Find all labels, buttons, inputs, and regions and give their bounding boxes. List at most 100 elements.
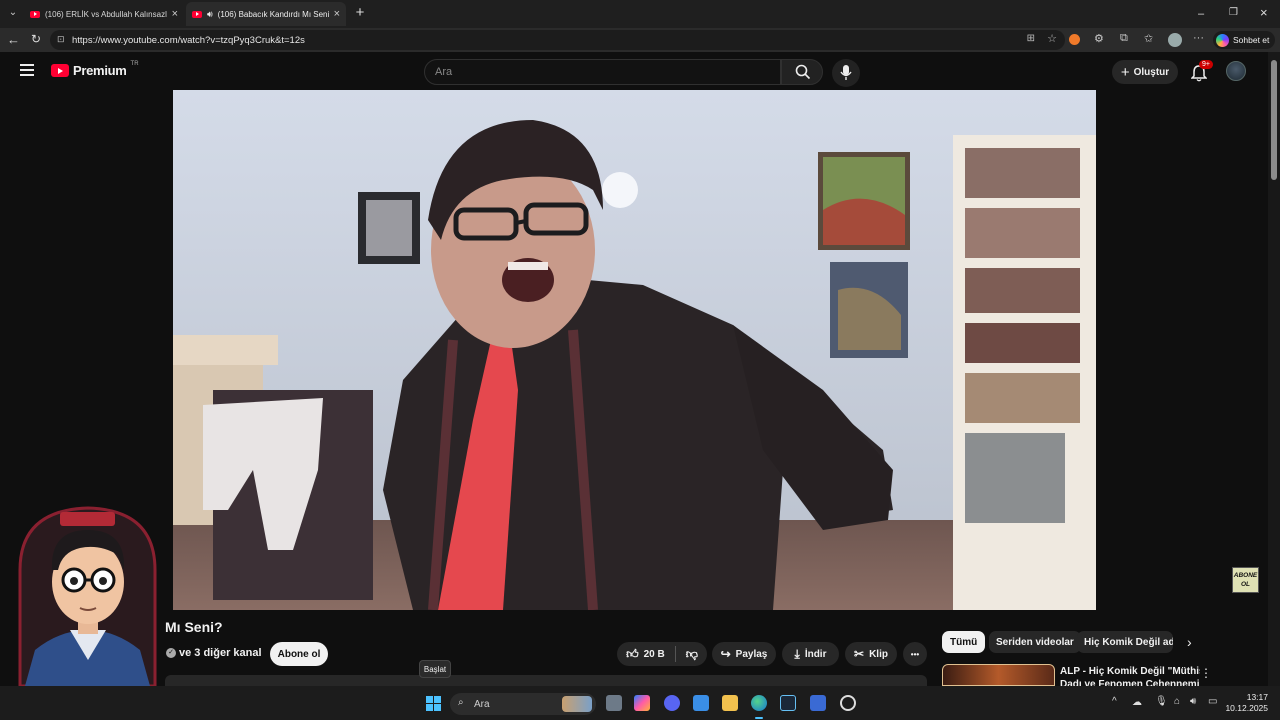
split-screen-icon[interactable]: ⧉ <box>1120 32 1128 45</box>
youtube-favicon-icon <box>192 10 202 18</box>
taskbar-search[interactable]: ⌕ Ara <box>450 693 596 715</box>
close-tab-icon[interactable]: × <box>334 8 340 20</box>
youtube-play-icon <box>51 64 69 77</box>
thumbs-down-icon[interactable]: 👎︎ <box>686 647 698 662</box>
search-placeholder: Ara <box>435 66 453 78</box>
minimize-icon[interactable]: – <box>1198 8 1204 20</box>
refresh-icon[interactable]: ↻ <box>31 32 41 46</box>
search-button[interactable] <box>781 59 823 85</box>
close-window-icon[interactable]: × <box>1260 5 1268 20</box>
recommended-thumbnail[interactable] <box>942 664 1055 686</box>
more-actions-button[interactable]: ••• <box>903 642 927 666</box>
create-label: Oluştur <box>1133 66 1170 78</box>
page-scrollbar[interactable] <box>1268 52 1280 686</box>
clip-button[interactable]: ✂ Klip <box>845 642 897 666</box>
sticker-line1: ABONE <box>1233 572 1258 579</box>
browser-tab-erlik[interactable]: (106) ERLİK vs Abdullah Kalınsazlı × <box>24 2 184 26</box>
clock[interactable]: 13:17 10.12.2025 <box>1224 692 1268 714</box>
chrome-like-icon[interactable] <box>840 695 856 711</box>
store-icon[interactable] <box>693 695 709 711</box>
close-tab-icon[interactable]: × <box>172 8 178 20</box>
browser-tab-babacik[interactable]: 🔊︎ (106) Babacık Kandırdı Mı Seni × <box>186 2 346 26</box>
address-bar[interactable]: ⊡ https://www.youtube.com/watch?v=tzqPyq… <box>50 30 1065 50</box>
microphone-icon <box>840 65 852 80</box>
site-info-icon[interactable]: ⊡ <box>57 34 65 45</box>
extension-icon[interactable] <box>1069 34 1080 45</box>
download-icon: ⤓ <box>794 646 800 661</box>
subscribe-button[interactable]: Abone ol <box>270 642 328 666</box>
tray-app-icon[interactable]: ☁︎ <box>1132 697 1142 708</box>
rec-title-line2: Dadı ve Fenomen Cehennemi" <box>1060 679 1200 686</box>
task-view-icon[interactable] <box>606 695 622 711</box>
app-icon[interactable] <box>810 695 826 711</box>
hamburger-menu-icon[interactable] <box>20 64 34 76</box>
chips-next-chevron-icon[interactable]: › <box>1187 634 1192 650</box>
taskbar-search-placeholder: Ara <box>474 698 490 710</box>
tab-list-chevron-icon[interactable]: ⌄ <box>6 7 20 21</box>
new-tab-button[interactable]: + <box>352 4 368 22</box>
description-box[interactable] <box>165 675 927 686</box>
tray-mic-icon[interactable]: 🎙︎ <box>1155 696 1168 707</box>
back-icon[interactable]: ← <box>7 32 20 47</box>
copilot-icon <box>1216 33 1229 47</box>
sticker-line2: OL <box>1240 581 1251 588</box>
chip-series[interactable]: Seriden videolar <box>989 631 1081 653</box>
restore-icon[interactable]: ❐ <box>1229 7 1238 18</box>
rec-menu-icon[interactable]: ⋮ <box>1200 666 1212 680</box>
read-mode-icon[interactable]: ⊞ <box>1027 33 1035 44</box>
start-tooltip: Başlat <box>419 660 451 678</box>
search-icon <box>795 64 811 80</box>
video-player[interactable] <box>173 90 1096 610</box>
tray-chevron-icon[interactable]: ^ <box>1112 696 1117 707</box>
tray-volume-icon[interactable]: 🔊︎ <box>1190 696 1196 707</box>
clip-label: Klip <box>869 648 888 660</box>
favorites-icon[interactable]: ✩ <box>1144 32 1153 45</box>
address-toolbar: ← ↻ ⊡ https://www.youtube.com/watch?v=tz… <box>0 28 1280 52</box>
like-button[interactable]: 👍︎ 20 B <box>626 647 665 662</box>
share-icon: ↪ <box>720 647 731 661</box>
plus-icon: + <box>1120 63 1130 81</box>
steam-icon[interactable] <box>780 695 796 711</box>
subscribe-sticker: ABONE OL <box>1232 567 1259 593</box>
more-menu-icon[interactable]: ··· <box>1193 32 1204 44</box>
puzzle-extensions-icon[interactable]: ⚙︎ <box>1094 32 1104 45</box>
tray-wifi-icon[interactable]: ⌂ <box>1174 696 1180 707</box>
search-input[interactable]: Ara <box>424 59 781 85</box>
edge-icon[interactable] <box>751 695 767 711</box>
tray-battery-icon[interactable]: ▭ <box>1208 696 1217 707</box>
copilot-app-icon[interactable] <box>634 695 650 711</box>
search-highlight-icon <box>562 696 592 712</box>
tab-label: (106) Babacık Kandırdı Mı Seni <box>217 9 329 19</box>
scrollbar-thumb[interactable] <box>1271 60 1277 180</box>
share-button[interactable]: ↪ Paylaş <box>712 642 776 666</box>
speaker-icon[interactable]: 🔊︎ <box>207 9 213 20</box>
chip-channel[interactable]: Hiç Komik Değil adlı y <box>1077 631 1173 653</box>
like-count: 20 B <box>643 648 665 660</box>
notification-badge: 9+ <box>1199 60 1213 69</box>
url-text: https://www.youtube.com/watch?v=tzqPyq3C… <box>72 34 305 46</box>
clock-date: 10.12.2025 <box>1225 703 1268 713</box>
create-button[interactable]: + Oluştur <box>1112 60 1178 84</box>
windows-start-icon[interactable] <box>426 696 441 711</box>
youtube-logo[interactable]: Premium TR <box>51 61 139 78</box>
browser-tab-strip: ⌄ (106) ERLİK vs Abdullah Kalınsazlı × 🔊… <box>0 0 1280 28</box>
file-explorer-icon[interactable] <box>722 695 738 711</box>
streamer-avatar-overlay <box>18 506 157 686</box>
channel-avatar[interactable] <box>1226 61 1246 81</box>
channel-info[interactable]: ✓ ve 3 diğer kanal <box>166 647 262 659</box>
search-icon: ⌕ <box>458 697 464 708</box>
download-label: İndir <box>804 648 827 660</box>
notifications-button[interactable]: 9+ <box>1190 60 1213 82</box>
video-frame <box>173 90 1096 610</box>
channel-text: ve 3 diğer kanal <box>179 647 262 659</box>
rec-title-line1: ALP - Hiç Komik Değil "Müthiş <box>1060 666 1200 677</box>
download-button[interactable]: ⤓ İndir <box>782 642 839 666</box>
discord-icon[interactable] <box>664 695 680 711</box>
voice-search-button[interactable] <box>832 59 860 87</box>
favorite-star-icon[interactable]: ☆ <box>1047 32 1057 45</box>
profile-avatar[interactable] <box>1168 33 1182 47</box>
copilot-button[interactable]: Sohbet et <box>1213 31 1275 49</box>
recommended-title[interactable]: ALP - Hiç Komik Değil "Müthiş Dadı ve Fe… <box>1060 665 1200 686</box>
logo-text: Premium <box>73 63 127 78</box>
chip-all[interactable]: Tümü <box>942 631 986 653</box>
